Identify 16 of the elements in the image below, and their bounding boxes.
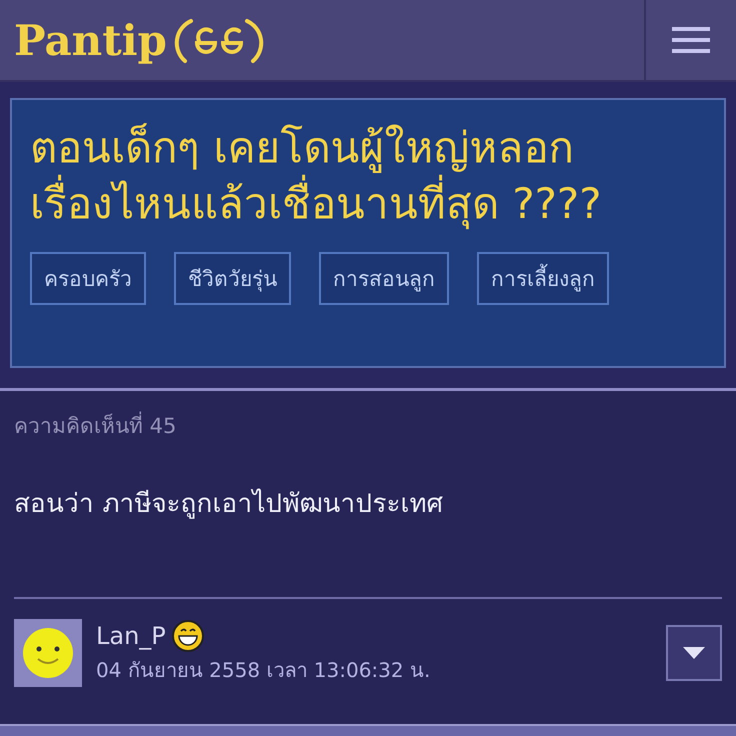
avatar[interactable] — [14, 619, 82, 687]
options-button[interactable] — [666, 625, 722, 681]
tag-link[interactable]: ครอบครัว — [30, 252, 146, 305]
smiley-icon — [22, 627, 74, 679]
menu-icon — [672, 25, 710, 55]
comment-number: ความคิดเห็นที่ 45 — [14, 409, 722, 442]
topic-title: ตอนเด็กๆ เคยโดนผู้ใหญ่หลอก เรื่องไหนแล้วเชื่อนานที่สุด ???? — [30, 122, 603, 232]
grin-icon — [172, 620, 204, 652]
tag-link[interactable]: การสอนลูก — [319, 252, 449, 305]
tag-link[interactable]: การเลี้ยงลูก — [477, 252, 609, 305]
tag-link[interactable]: ชีวิตวัยรุ่น — [174, 252, 291, 305]
logo-text[interactable]: Pantip — [14, 16, 167, 64]
post-date: 04 กันยายน 2558 เวลา 13:06:32 น. — [96, 657, 432, 684]
comment-text: สอนว่า ภาษีจะถูกเอาไปพัฒนาประเทศ — [14, 488, 444, 521]
dropdown-icon — [683, 647, 705, 659]
author-name[interactable]: Lan_P — [96, 622, 166, 650]
